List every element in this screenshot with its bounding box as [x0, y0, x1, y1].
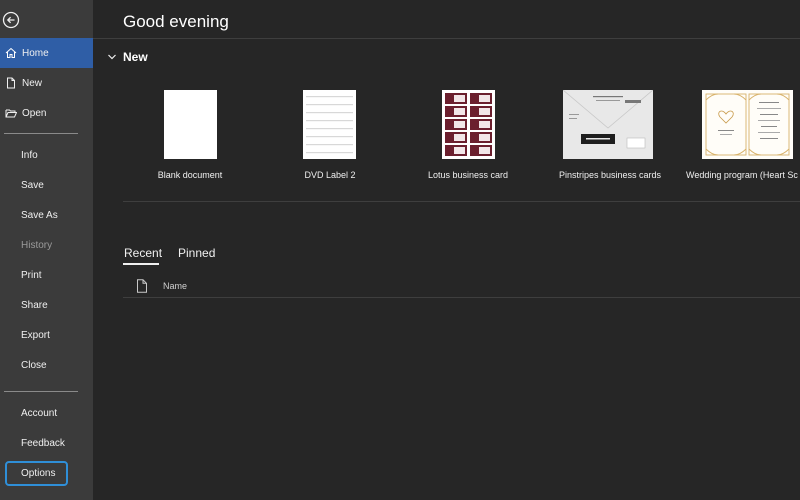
template-label: Lotus business card: [427, 170, 509, 180]
sidebar-item-save[interactable]: Save: [0, 170, 93, 200]
template-label: Pinstripes business cards: [558, 170, 662, 180]
sidebar-item-label: Feedback: [21, 437, 65, 449]
column-header-name[interactable]: Name: [163, 281, 187, 291]
active-tab-indicator: [123, 263, 159, 265]
sidebar-item-label: Print: [21, 269, 42, 281]
sidebar-item-label: Export: [21, 329, 50, 341]
sidebar-item-save-as[interactable]: Save As: [0, 200, 93, 230]
divider: [123, 201, 800, 202]
back-button[interactable]: [0, 9, 22, 31]
sidebar-item-account[interactable]: Account: [0, 398, 93, 428]
new-section-title: New: [123, 50, 148, 64]
sidebar-item-label: Home: [22, 47, 49, 59]
tab-pinned[interactable]: Pinned: [178, 246, 215, 260]
new-document-icon: [4, 76, 18, 90]
sidebar-item-info[interactable]: Info: [0, 140, 93, 170]
home-icon: [4, 46, 18, 60]
sidebar-item-close[interactable]: Close: [0, 350, 93, 380]
template-thumbnail: [562, 89, 654, 159]
sidebar-item-label: New: [22, 77, 43, 89]
sidebar-divider: [4, 391, 78, 392]
sidebar-item-label: Account: [21, 407, 58, 419]
sidebar-divider: [4, 133, 78, 134]
divider: [123, 297, 800, 298]
page-title: Good evening: [123, 12, 229, 31]
template-thumbnail: [442, 90, 495, 159]
divider: [93, 38, 800, 39]
sidebar-item-label: Save: [21, 179, 44, 191]
template-thumbnail: [702, 90, 793, 159]
sidebar-item-share[interactable]: Share: [0, 290, 93, 320]
file-list-header: Name: [123, 278, 800, 298]
sidebar-item-label: Options: [21, 468, 56, 479]
back-arrow-icon: [2, 11, 20, 29]
sidebar-item-options[interactable]: Options: [5, 461, 68, 486]
template-label: DVD Label 2: [304, 170, 356, 180]
new-section-header[interactable]: New: [105, 50, 148, 64]
sidebar-item-label: Save As: [21, 209, 58, 221]
sidebar-item-export[interactable]: Export: [0, 320, 93, 350]
sidebar-item-label: Info: [21, 149, 38, 161]
sidebar-item-new[interactable]: New: [0, 68, 93, 98]
template-label: Blank document: [157, 170, 223, 180]
sidebar-item-label: Share: [21, 299, 48, 311]
sidebar-item-feedback[interactable]: Feedback: [0, 428, 93, 458]
file-icon: [137, 279, 147, 293]
sidebar-item-label: History: [21, 239, 53, 251]
tab-recent[interactable]: Recent: [124, 246, 162, 260]
folder-open-icon: [4, 106, 18, 120]
template-thumbnail: [303, 90, 356, 159]
template-thumbnail: [164, 90, 217, 159]
chevron-down-icon: [108, 54, 116, 60]
sidebar-item-home[interactable]: Home: [0, 38, 93, 68]
backstage-sidebar: Home New Open Info Save Save As History …: [0, 0, 93, 500]
sidebar-item-open[interactable]: Open: [0, 98, 93, 128]
sidebar-item-label: Open: [22, 107, 47, 119]
template-label: Wedding program (Heart Sc: [686, 170, 798, 180]
backstage-main: Good evening New Blank document DVD Labe…: [93, 0, 800, 500]
sidebar-item-label: Close: [21, 359, 47, 371]
sidebar-item-history[interactable]: History: [0, 230, 93, 260]
sidebar-item-print[interactable]: Print: [0, 260, 93, 290]
